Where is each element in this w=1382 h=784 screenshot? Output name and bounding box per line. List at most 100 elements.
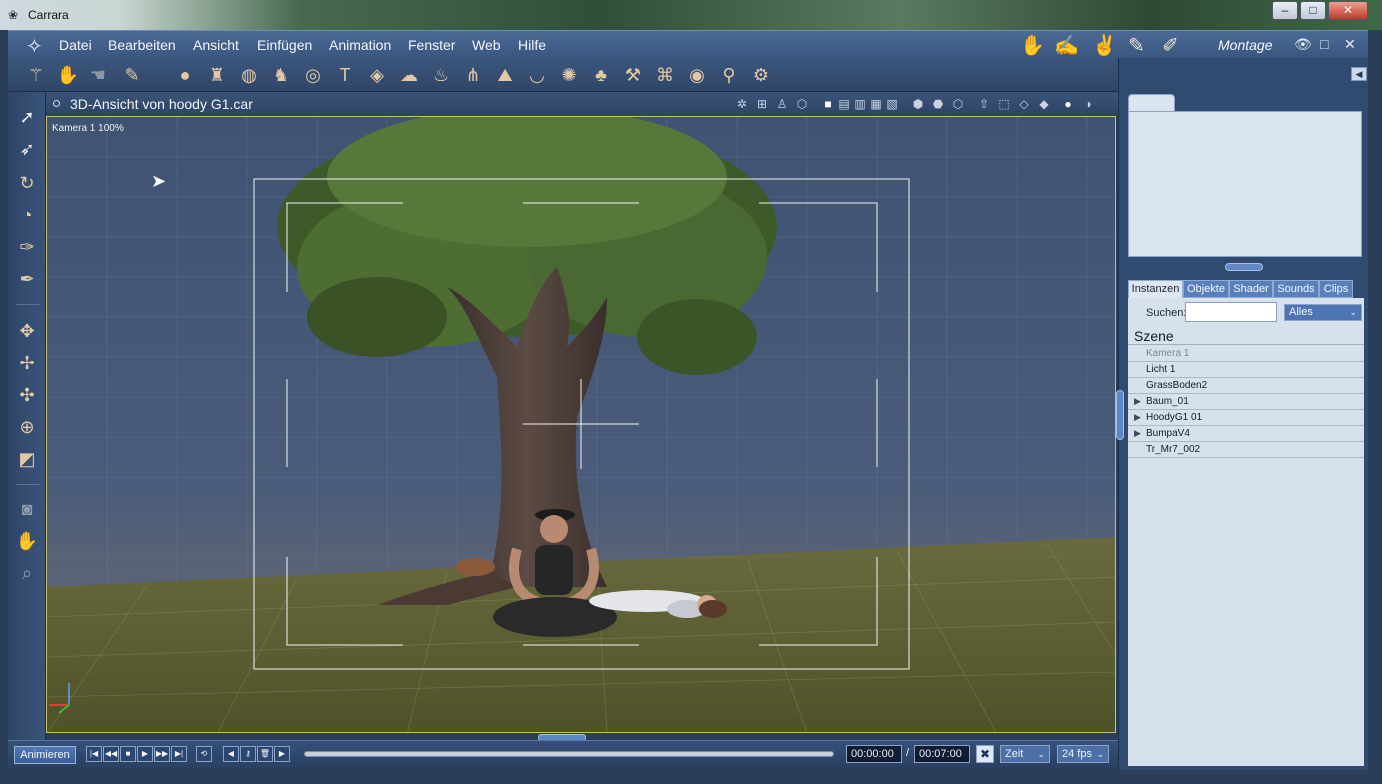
menu-hilfe[interactable]: Hilfe [518, 37, 546, 53]
cloud-icon[interactable]: ☁ [397, 63, 421, 87]
menu-einfuegen[interactable]: Einfügen [257, 37, 312, 53]
carrara-logo-icon[interactable]: ✧ [26, 34, 43, 59]
delete-key-button[interactable]: 🗑 [257, 746, 273, 762]
next-key-button[interactable]: ▶ [274, 746, 290, 762]
tab-instanzen[interactable]: Instanzen [1128, 280, 1183, 298]
plane-icon[interactable]: ◈ [365, 63, 389, 87]
vase-icon[interactable]: ♜ [205, 63, 229, 87]
cube-icon[interactable]: ◇ [1016, 96, 1032, 112]
direct-select-icon[interactable]: ➶ [14, 136, 40, 162]
rotate-icon[interactable]: ↻ [14, 170, 40, 196]
scene-item[interactable]: ▶ BumpaV4 [1128, 426, 1364, 442]
go-to-start-button[interactable]: |◀ [86, 746, 102, 762]
rewind-button[interactable]: ◀◀ [103, 746, 119, 762]
pen-book-icon[interactable]: ✎ [120, 63, 144, 87]
end-time-field[interactable]: 00:07:00 [914, 745, 970, 763]
gear-icon[interactable]: ⚙ [749, 63, 773, 87]
3d-viewport[interactable]: Kamera 1 100% [46, 116, 1116, 733]
menu-fenster[interactable]: Fenster [408, 37, 455, 53]
loop-button[interactable]: ⟲ [196, 746, 212, 762]
bone-move-icon[interactable]: ⊕ [14, 414, 40, 440]
fire-icon[interactable]: ♨ [429, 63, 453, 87]
panel-splitter[interactable] [1225, 263, 1263, 271]
maximize-button[interactable]: □ [1300, 1, 1326, 20]
tab-sounds[interactable]: Sounds [1273, 280, 1319, 298]
menu-web[interactable]: Web [472, 37, 501, 53]
tab-objekte[interactable]: Objekte [1183, 280, 1229, 298]
custom-view-icon[interactable]: ▧ [884, 96, 900, 112]
hexagon-icon[interactable]: ⬡ [794, 96, 810, 112]
eyedropper-icon[interactable]: ✑ [14, 234, 40, 260]
scale-icon[interactable]: ✣ [14, 382, 40, 408]
cluster-icon[interactable]: ✺ [557, 63, 581, 87]
solid-cube-icon[interactable]: ◆ [1036, 96, 1052, 112]
sphere-icon[interactable]: ● [1060, 96, 1076, 112]
arrow-icon[interactable]: ⇧ [976, 96, 992, 112]
bone-icon[interactable]: ⚲ [717, 63, 741, 87]
scene-item[interactable]: Licht 1 [1128, 362, 1364, 378]
bowl-icon[interactable]: ◡ [525, 63, 549, 87]
menu-datei[interactable]: Datei [59, 37, 92, 53]
menu-bearbeiten[interactable]: Bearbeiten [108, 37, 176, 53]
grass-icon[interactable]: ⋔ [461, 63, 485, 87]
restore-icon[interactable]: □ [1320, 36, 1328, 52]
hand-render-icon[interactable]: ✐ [1162, 33, 1179, 58]
figure-icon[interactable]: ♞ [269, 63, 293, 87]
torus-icon[interactable]: ◎ [301, 63, 325, 87]
minimize-button[interactable]: – [1272, 1, 1298, 20]
camera-icon[interactable]: ⌘ [653, 63, 677, 87]
tree-icon[interactable]: ♣ [589, 63, 613, 87]
play-button[interactable]: ▶ [137, 746, 153, 762]
four-view-icon[interactable]: ▦ [868, 96, 884, 112]
hand-icon[interactable]: ✋ [56, 63, 80, 87]
close-button[interactable]: ✕ [1328, 1, 1368, 20]
globe-icon[interactable]: ◍ [237, 63, 261, 87]
go-to-end-button[interactable]: ▶| [171, 746, 187, 762]
expand-triangle-icon[interactable]: ▶ [1134, 410, 1141, 425]
tab-clips[interactable]: Clips [1319, 280, 1353, 298]
zoom-icon[interactable]: ⌕ [14, 560, 40, 586]
hand-model-icon[interactable]: ✍ [1054, 33, 1079, 58]
camera-icon[interactable]: ◙ [14, 496, 40, 522]
stack-icon[interactable]: ⊞ [754, 96, 770, 112]
two-view-icon[interactable]: ▤ [836, 96, 852, 112]
menu-animation[interactable]: Animation [329, 37, 391, 53]
time-scrubber[interactable] [304, 751, 834, 757]
pan-hand-icon[interactable]: ✋ [14, 528, 40, 554]
wand-icon[interactable]: ⚚ [24, 63, 48, 87]
dashed-cube-icon[interactable]: ⬚ [996, 96, 1012, 112]
hand-texture-icon[interactable]: ✎ [1128, 33, 1145, 58]
fast-forward-button[interactable]: ▶▶ [154, 746, 170, 762]
shaded-box-icon[interactable]: ⬣ [930, 96, 946, 112]
scene-item[interactable]: GrassBoden2 [1128, 378, 1364, 394]
expand-triangle-icon[interactable]: ▶ [1134, 394, 1141, 409]
search-input[interactable] [1185, 302, 1277, 322]
paint-icon[interactable]: ✒ [14, 266, 40, 292]
scene-item[interactable]: Tr_Mr7_002 [1128, 442, 1364, 458]
current-time-field[interactable]: 00:00:00 [846, 745, 902, 763]
half-sphere-icon[interactable]: ◑ [1080, 96, 1096, 112]
eye-icon[interactable]: 👁 [1294, 36, 1312, 53]
expand-triangle-icon[interactable]: ▶ [1134, 426, 1141, 441]
hand-gray-icon[interactable]: ☚ [86, 63, 110, 87]
single-view-icon[interactable]: ■ [820, 96, 836, 112]
move-icon[interactable]: ✥ [14, 318, 40, 344]
move-plane-icon[interactable]: ✢ [14, 350, 40, 376]
animate-button[interactable]: Animieren [14, 746, 76, 764]
outline-box-icon[interactable]: ⬡ [950, 96, 966, 112]
close-doc-icon[interactable]: ✕ [1344, 36, 1356, 53]
scene-icon[interactable]: ✲ [734, 96, 750, 112]
add-key-button[interactable]: ⚷ [240, 746, 256, 762]
scene-item[interactable]: ▶ HoodyG1 01 [1128, 410, 1364, 426]
text-icon[interactable]: T [333, 63, 357, 87]
time-mode-select[interactable]: Zeit ⌄ [1000, 745, 1050, 763]
view-status-icon[interactable] [53, 100, 60, 107]
scene-header[interactable]: Szene [1128, 328, 1364, 345]
hammer-icon[interactable]: ⚒ [621, 63, 645, 87]
preview-tab[interactable] [1128, 94, 1175, 112]
filter-select[interactable]: Alles ⌄ [1284, 304, 1362, 321]
hand-storyboard-icon[interactable]: ✌ [1092, 33, 1117, 58]
hand-assemble-icon[interactable]: ✋ [1020, 33, 1045, 58]
terrain-icon[interactable]: ⛰ [493, 63, 517, 87]
scene-item[interactable]: Kamera 1 [1128, 346, 1364, 362]
